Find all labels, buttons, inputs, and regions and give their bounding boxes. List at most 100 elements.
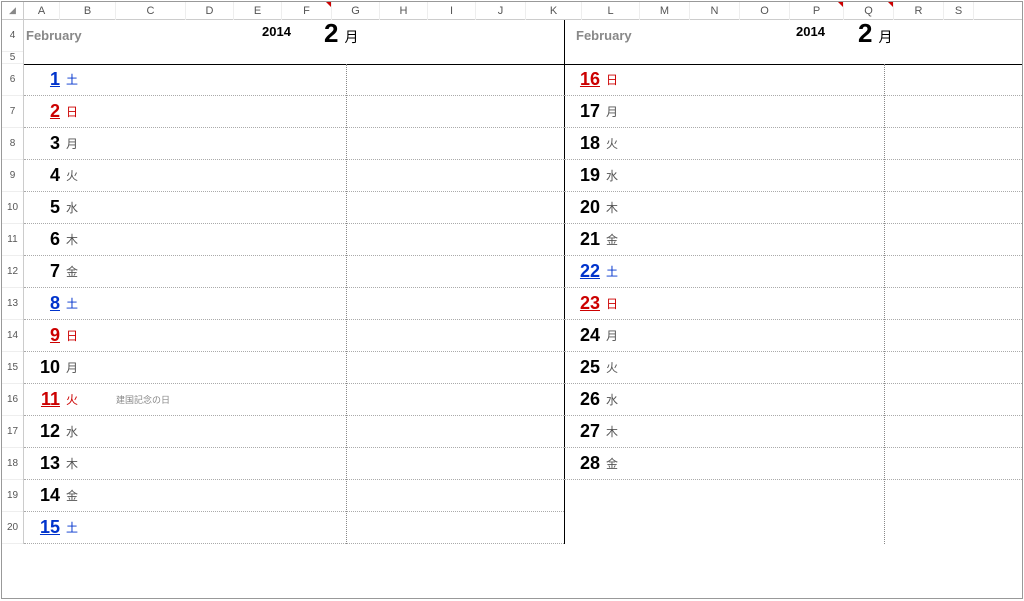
col-header-L[interactable]: L [582, 2, 640, 20]
col-header-S[interactable]: S [944, 2, 974, 20]
day-of-week: 月 [606, 327, 636, 344]
row-header-19[interactable]: 19 [2, 480, 23, 512]
day-row[interactable]: 8土 [24, 288, 564, 320]
col-header-O[interactable]: O [740, 2, 790, 20]
col-header-M[interactable]: M [640, 2, 690, 20]
day-number: 15 [24, 517, 66, 538]
day-row[interactable]: 24月 [564, 320, 1022, 352]
month-suffix-left: 月 [344, 27, 358, 47]
day-row[interactable]: 26水 [564, 384, 1022, 416]
day-number: 24 [564, 325, 606, 346]
day-row[interactable]: 10月 [24, 352, 564, 384]
day-row[interactable]: 22土 [564, 256, 1022, 288]
day-row[interactable]: 3月 [24, 128, 564, 160]
day-row[interactable]: 4火 [24, 160, 564, 192]
day-row[interactable]: 23日 [564, 288, 1022, 320]
col-header-H[interactable]: H [380, 2, 428, 20]
month-name-left: February [26, 28, 82, 43]
day-of-week: 日 [606, 71, 636, 88]
day-number: 2 [24, 101, 66, 122]
row-header-11[interactable]: 11 [2, 224, 23, 256]
day-of-week: 水 [606, 391, 636, 408]
day-of-week: 日 [606, 295, 636, 312]
day-row[interactable]: 21金 [564, 224, 1022, 256]
day-row[interactable]: 5水 [24, 192, 564, 224]
day-row[interactable]: 17月 [564, 96, 1022, 128]
select-all-corner[interactable]: ◢ [2, 2, 24, 20]
col-header-B[interactable]: B [60, 2, 116, 20]
col-header-G[interactable]: G [332, 2, 380, 20]
day-row[interactable]: 15土 [24, 512, 564, 544]
day-number: 23 [564, 293, 606, 314]
day-number: 6 [24, 229, 66, 250]
col-header-C[interactable]: C [116, 2, 186, 20]
day-number: 4 [24, 165, 66, 186]
row-header-9[interactable]: 9 [2, 160, 23, 192]
day-number: 28 [564, 453, 606, 474]
day-row[interactable]: 2日 [24, 96, 564, 128]
day-of-week: 土 [66, 71, 96, 88]
row-header-5[interactable]: 5 [2, 52, 23, 64]
title-left-year: 2014 [262, 24, 291, 39]
day-of-week: 水 [66, 199, 96, 216]
day-row[interactable]: 1土 [24, 64, 564, 96]
day-number: 21 [564, 229, 606, 250]
day-of-week: 土 [66, 295, 96, 312]
day-of-week: 金 [66, 263, 96, 280]
day-of-week: 火 [66, 167, 96, 184]
row-header-6[interactable]: 6 [2, 64, 23, 96]
day-row[interactable]: 13木 [24, 448, 564, 480]
col-header-D[interactable]: D [186, 2, 234, 20]
year-left: 2014 [262, 24, 291, 39]
col-header-N[interactable]: N [690, 2, 740, 20]
day-of-week: 火 [66, 391, 96, 408]
row-header-20[interactable]: 20 [2, 512, 23, 544]
day-row[interactable]: 12水 [24, 416, 564, 448]
row-header-16[interactable]: 16 [2, 384, 23, 416]
col-header-Q[interactable]: Q [844, 2, 894, 20]
row-header-13[interactable]: 13 [2, 288, 23, 320]
day-row[interactable]: 28金 [564, 448, 1022, 480]
day-row[interactable]: 18火 [564, 128, 1022, 160]
title-right-month: 2 月 [858, 18, 892, 49]
grid-body: 4567891011121314151617181920 February 20… [2, 20, 1022, 544]
day-row[interactable]: 9日 [24, 320, 564, 352]
day-of-week: 水 [606, 167, 636, 184]
col-header-K[interactable]: K [526, 2, 582, 20]
day-number: 9 [24, 325, 66, 346]
col-header-A[interactable]: A [24, 2, 60, 20]
col-header-E[interactable]: E [234, 2, 282, 20]
row-header-18[interactable]: 18 [2, 448, 23, 480]
day-number: 26 [564, 389, 606, 410]
day-row[interactable]: 27木 [564, 416, 1022, 448]
day-of-week: 月 [66, 135, 96, 152]
row-header-8[interactable]: 8 [2, 128, 23, 160]
column-headers: ABCDEFGHIJKLMNOPQRS [24, 2, 1022, 20]
day-row[interactable]: 16日 [564, 64, 1022, 96]
col-header-J[interactable]: J [476, 2, 526, 20]
row-header-12[interactable]: 12 [2, 256, 23, 288]
day-of-week: 木 [66, 455, 96, 472]
day-row[interactable]: 20木 [564, 192, 1022, 224]
day-note: 建国記念の日 [116, 393, 170, 406]
row-header-15[interactable]: 15 [2, 352, 23, 384]
day-row[interactable]: 14金 [24, 480, 564, 512]
day-row[interactable]: 25火 [564, 352, 1022, 384]
row-header-4[interactable]: 4 [2, 20, 23, 52]
content-area[interactable]: February 2014 2 月 February 2014 2 月 [24, 20, 1022, 544]
row-header-17[interactable]: 17 [2, 416, 23, 448]
title-left-month: 2 月 [324, 18, 358, 49]
row-header-7[interactable]: 7 [2, 96, 23, 128]
day-row[interactable]: 11火建国記念の日 [24, 384, 564, 416]
row-header-14[interactable]: 14 [2, 320, 23, 352]
row-header-10[interactable]: 10 [2, 192, 23, 224]
day-row[interactable]: 19水 [564, 160, 1022, 192]
day-row[interactable]: 7金 [24, 256, 564, 288]
col-header-R[interactable]: R [894, 2, 944, 20]
col-header-F[interactable]: F [282, 2, 332, 20]
row-headers: 4567891011121314151617181920 [2, 20, 24, 544]
col-header-P[interactable]: P [790, 2, 844, 20]
col-header-I[interactable]: I [428, 2, 476, 20]
day-number: 27 [564, 421, 606, 442]
day-row[interactable]: 6木 [24, 224, 564, 256]
